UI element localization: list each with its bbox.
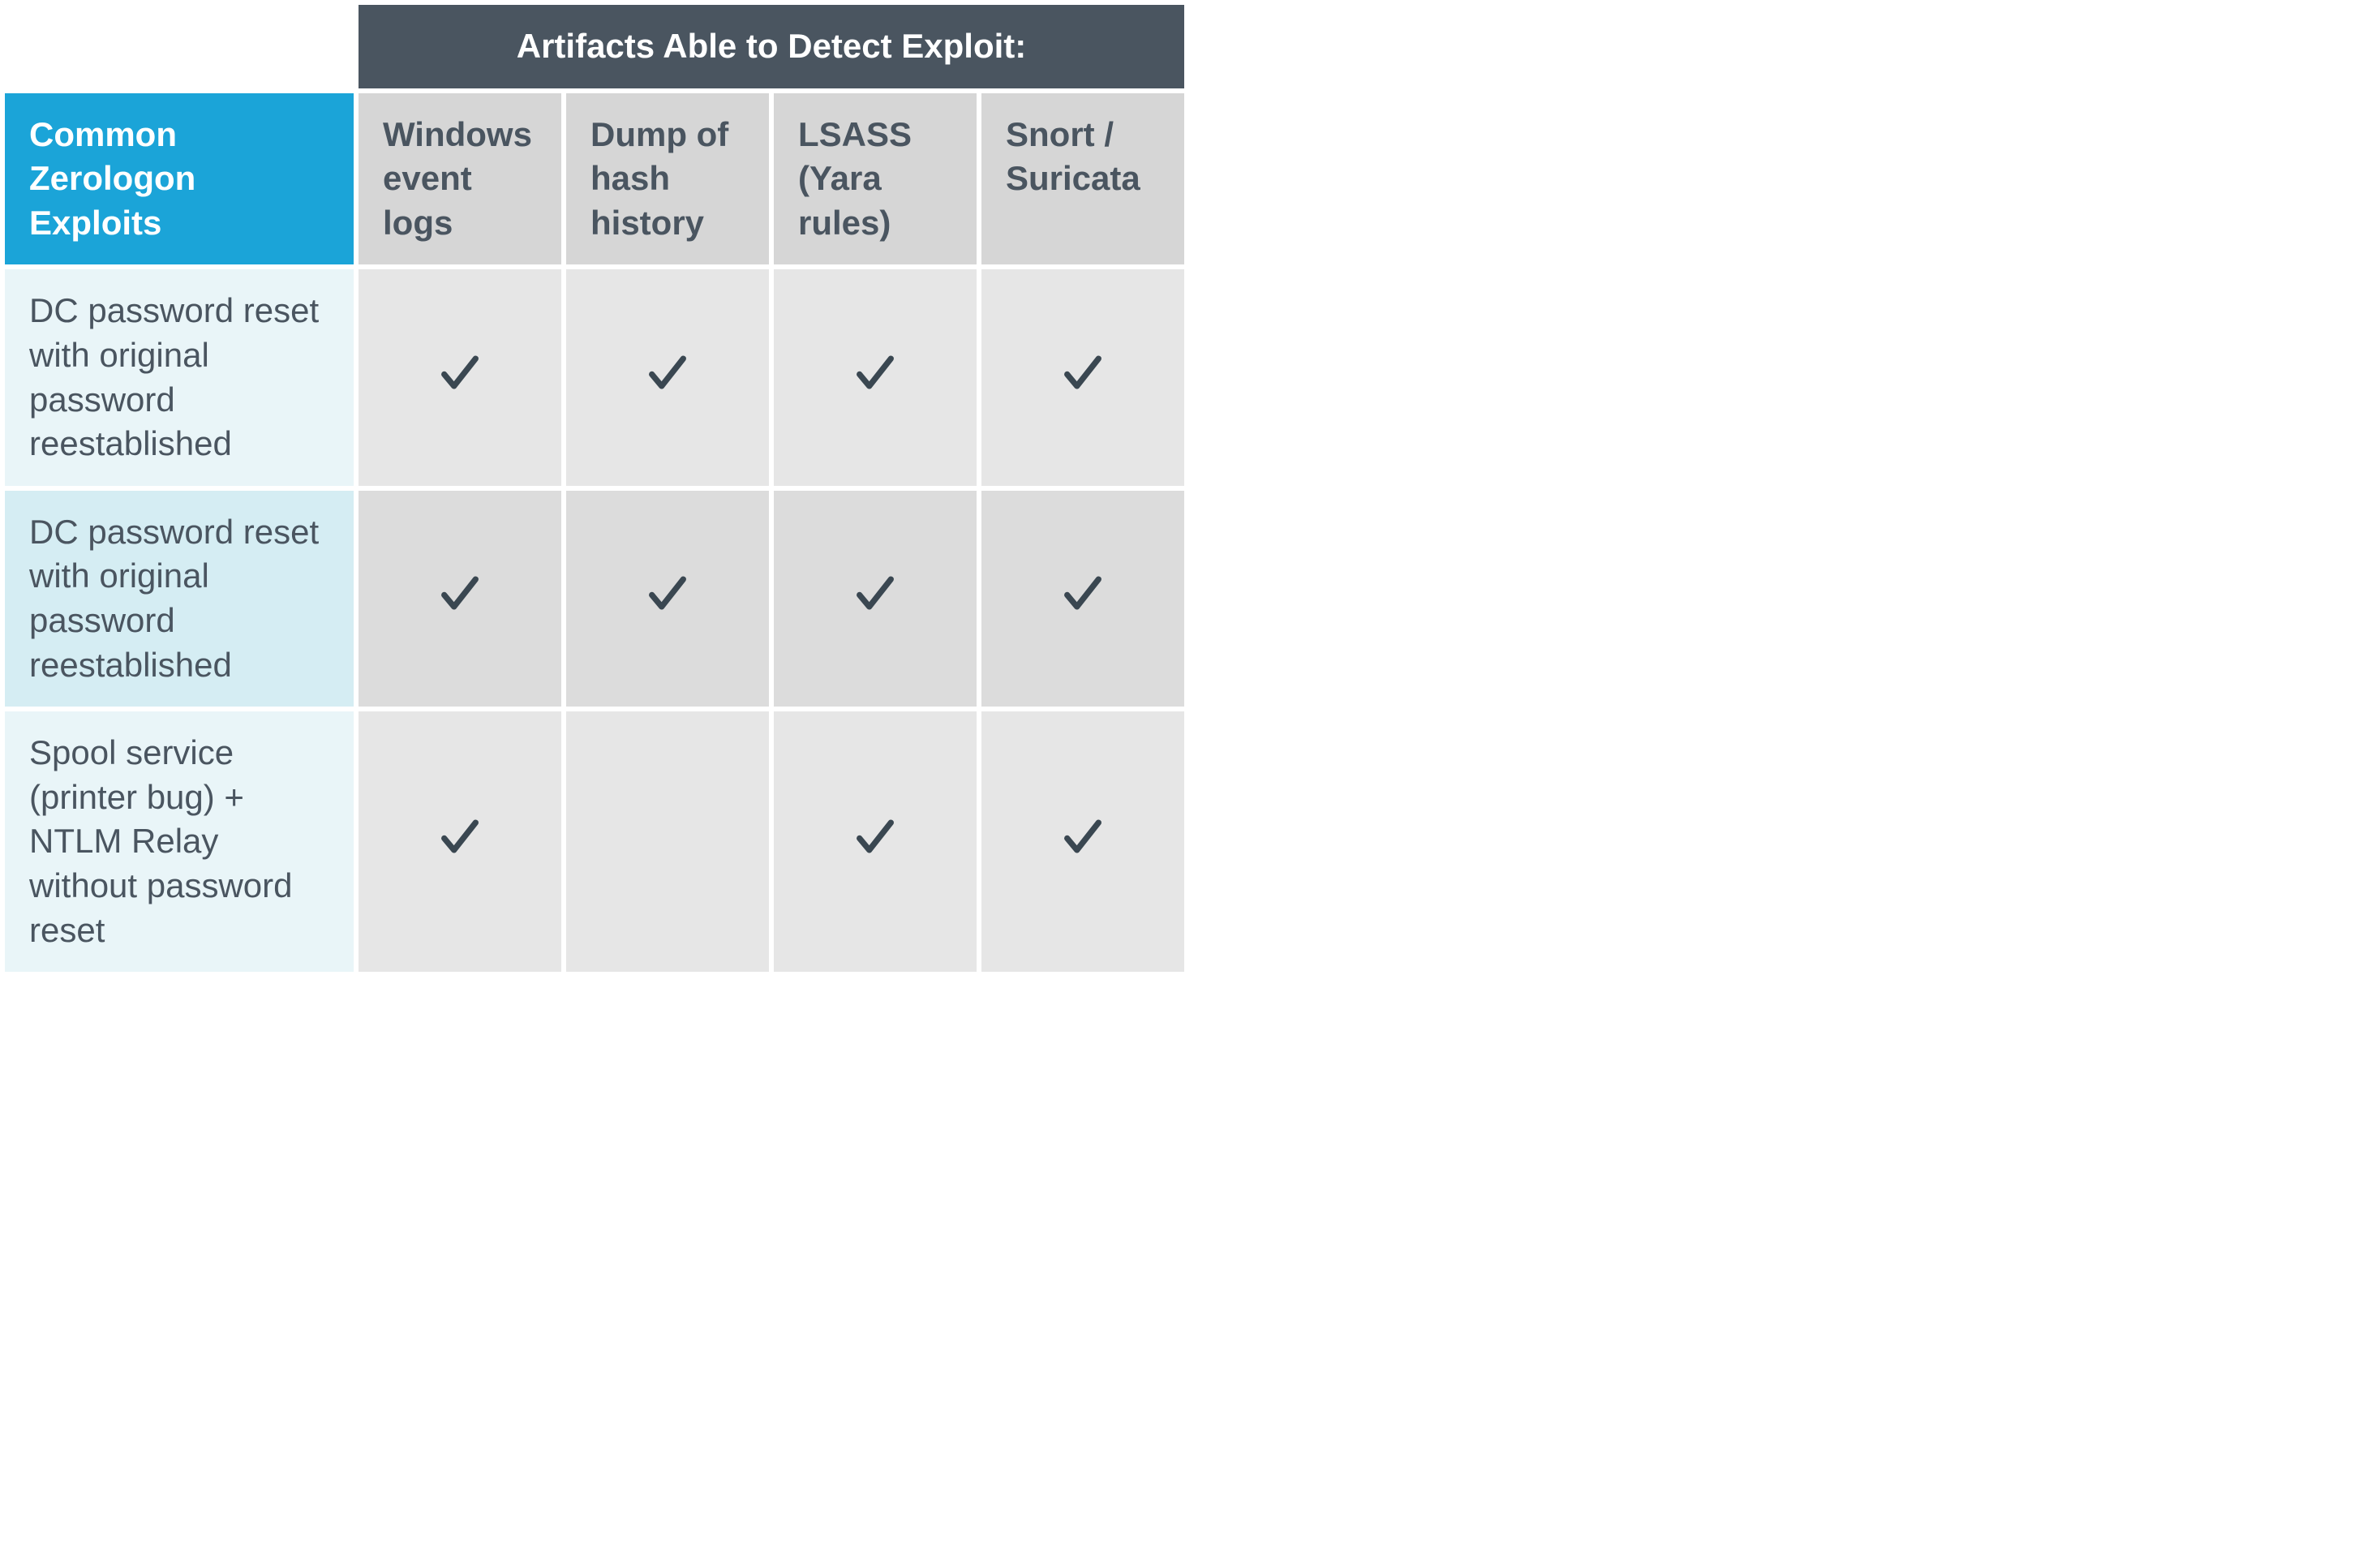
column-header-row: Common Zerologon Exploits Windows event … <box>5 93 1184 265</box>
table-row: DC password reset with original password… <box>5 269 1184 485</box>
check-icon <box>852 813 899 860</box>
corner-blank <box>5 5 354 88</box>
col-header-1: Dump of hash history <box>566 93 769 265</box>
cell-1-0 <box>359 491 561 707</box>
row-label-1: DC password reset with original password… <box>5 491 354 707</box>
cell-0-1 <box>566 269 769 485</box>
check-icon <box>644 349 691 396</box>
cell-0-2 <box>774 269 977 485</box>
check-icon <box>1059 569 1106 616</box>
row-label-0: DC password reset with original password… <box>5 269 354 485</box>
cell-0-0 <box>359 269 561 485</box>
cell-2-3 <box>981 711 1184 972</box>
check-icon <box>436 569 483 616</box>
col-header-3: Snort / Suricata <box>981 93 1184 265</box>
cell-1-2 <box>774 491 977 707</box>
banner-title: Artifacts Able to Detect Exploit: <box>359 5 1184 88</box>
table-row: Spool service (printer bug) + NTLM Relay… <box>5 711 1184 972</box>
row-header-title: Common Zerologon Exploits <box>5 93 354 265</box>
check-icon <box>436 813 483 860</box>
cell-1-3 <box>981 491 1184 707</box>
check-icon <box>852 569 899 616</box>
cell-1-1 <box>566 491 769 707</box>
cell-2-2 <box>774 711 977 972</box>
check-icon <box>1059 813 1106 860</box>
check-icon <box>436 349 483 396</box>
cell-2-0 <box>359 711 561 972</box>
banner-row: Artifacts Able to Detect Exploit: <box>5 5 1184 88</box>
check-icon <box>852 349 899 396</box>
cell-2-1 <box>566 711 769 972</box>
cell-0-3 <box>981 269 1184 485</box>
table-row: DC password reset with original password… <box>5 491 1184 707</box>
col-header-0: Windows event logs <box>359 93 561 265</box>
row-label-2: Spool service (printer bug) + NTLM Relay… <box>5 711 354 972</box>
check-icon <box>644 569 691 616</box>
check-icon <box>1059 349 1106 396</box>
col-header-2: LSASS (Yara rules) <box>774 93 977 265</box>
detection-matrix-table: Artifacts Able to Detect Exploit: Common… <box>0 0 1189 977</box>
